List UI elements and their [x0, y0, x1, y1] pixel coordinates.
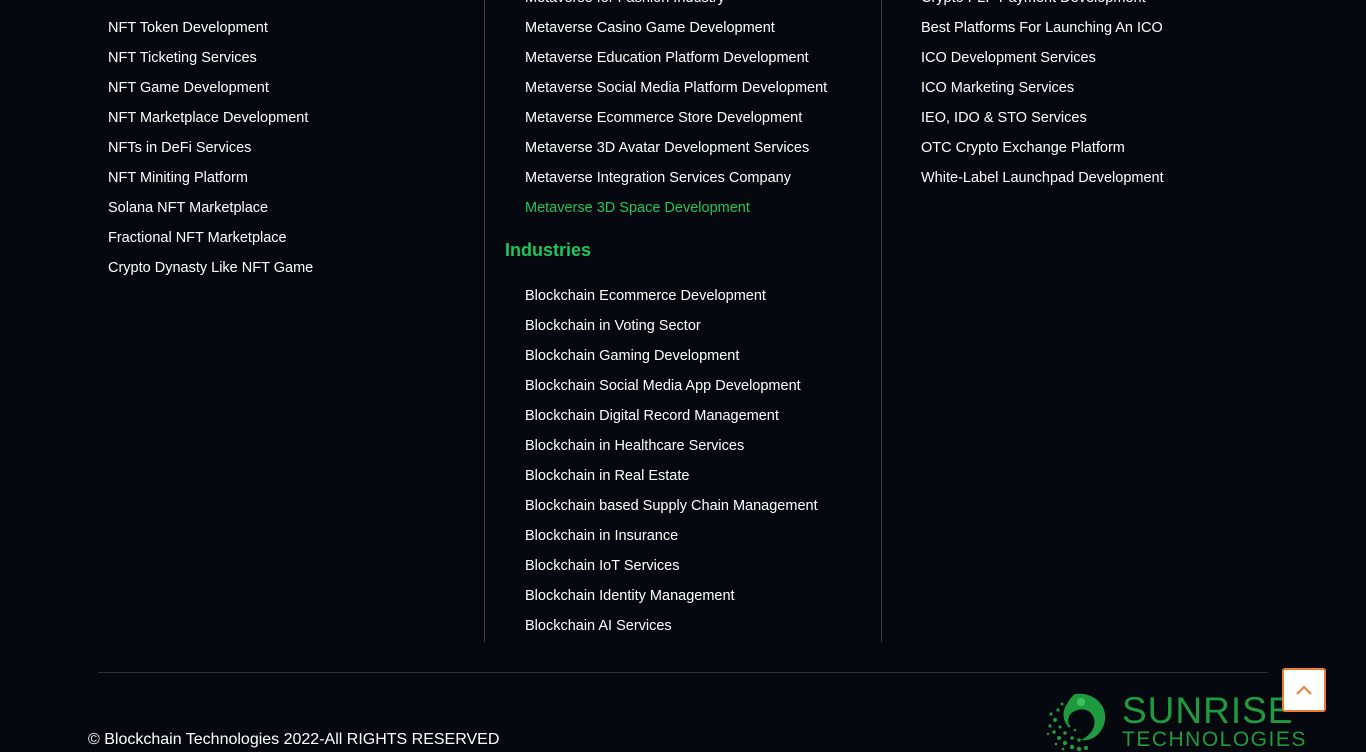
- nft-link[interactable]: NFTs in DeFi Services: [108, 133, 484, 163]
- metaverse-link[interactable]: Metaverse for Fashion Industry: [525, 0, 827, 13]
- industry-link[interactable]: Blockchain Gaming Development: [525, 341, 818, 371]
- industry-link[interactable]: Blockchain Social Media App Development: [525, 371, 818, 401]
- metaverse-link-active[interactable]: Metaverse 3D Space Development: [525, 193, 827, 223]
- chevron-up-icon: [1296, 685, 1312, 695]
- ico-link[interactable]: Crypto P2P Payment Development: [921, 0, 1341, 13]
- sunrise-logo-icon: [1046, 693, 1106, 752]
- industry-link[interactable]: Blockchain in Real Estate: [525, 461, 818, 491]
- ico-link[interactable]: IEO, IDO & STO Services: [921, 103, 1341, 133]
- footer-divider: [98, 672, 1268, 673]
- nft-link[interactable]: NFT Miniting Platform: [108, 163, 484, 193]
- nft-link[interactable]: NFT Ticketing Services: [108, 43, 484, 73]
- nft-link[interactable]: Fractional NFT Marketplace: [108, 223, 484, 253]
- metaverse-link[interactable]: Metaverse Social Media Platform Developm…: [525, 73, 827, 103]
- footer-page: NFT Token Development NFT Ticketing Serv…: [0, 0, 1366, 752]
- ico-services-list: Crypto P2P Payment Development Best Plat…: [921, 0, 1341, 193]
- industry-link[interactable]: Blockchain Digital Record Management: [525, 401, 818, 431]
- logo-subtitle: TECHNOLOGIES: [1122, 728, 1307, 751]
- metaverse-link[interactable]: Metaverse Education Platform Development: [525, 43, 827, 73]
- industry-link[interactable]: Blockchain based Supply Chain Management: [525, 491, 818, 521]
- scroll-to-top-button[interactable]: [1282, 668, 1326, 712]
- ico-link[interactable]: Best Platforms For Launching An ICO: [921, 13, 1341, 43]
- metaverse-link[interactable]: Metaverse 3D Avatar Development Services: [525, 133, 827, 163]
- logo-name: SUNRISE: [1122, 690, 1294, 731]
- metaverse-link[interactable]: Metaverse Ecommerce Store Development: [525, 103, 827, 133]
- copyright-text: © Blockchain Technologies 2022-All RIGHT…: [88, 731, 500, 748]
- ico-services-column: Crypto P2P Payment Development Best Plat…: [921, 0, 1341, 193]
- industry-link[interactable]: Blockchain in Insurance: [525, 521, 818, 551]
- industry-link[interactable]: Blockchain in Voting Sector: [525, 311, 818, 341]
- ico-link[interactable]: ICO Marketing Services: [921, 73, 1341, 103]
- industry-link[interactable]: Blockchain AI Services: [525, 611, 818, 641]
- metaverse-services-list: Metaverse for Fashion Industry Metaverse…: [525, 0, 827, 223]
- nft-link[interactable]: NFT Game Development: [108, 73, 484, 103]
- ico-link[interactable]: OTC Crypto Exchange Platform: [921, 133, 1341, 163]
- nft-services-list: NFT Token Development NFT Ticketing Serv…: [108, 13, 484, 283]
- ico-link[interactable]: White-Label Launchpad Development: [921, 163, 1341, 193]
- nft-link[interactable]: Crypto Dynasty Like NFT Game: [108, 253, 484, 283]
- ico-link[interactable]: ICO Development Services: [921, 43, 1341, 73]
- sunrise-logo[interactable]: SUNRISE TECHNOLOGIES: [1045, 690, 1305, 752]
- metaverse-link[interactable]: Metaverse Integration Services Company: [525, 163, 827, 193]
- metaverse-link[interactable]: Metaverse Casino Game Development: [525, 13, 827, 43]
- industry-link[interactable]: Blockchain IoT Services: [525, 551, 818, 581]
- industries-list: Blockchain Ecommerce Development Blockch…: [525, 281, 818, 641]
- industry-link[interactable]: Blockchain Identity Management: [525, 581, 818, 611]
- nft-link[interactable]: NFT Marketplace Development: [108, 103, 484, 133]
- nft-link[interactable]: Solana NFT Marketplace: [108, 193, 484, 223]
- industry-link[interactable]: Blockchain in Healthcare Services: [525, 431, 818, 461]
- industry-link[interactable]: Blockchain Ecommerce Development: [525, 281, 818, 311]
- metaverse-industries-column: Metaverse for Fashion Industry Metaverse…: [484, 0, 882, 642]
- nft-services-column: NFT Token Development NFT Ticketing Serv…: [108, 13, 484, 283]
- industries-heading: Industries: [505, 240, 592, 260]
- nft-link[interactable]: NFT Token Development: [108, 13, 484, 43]
